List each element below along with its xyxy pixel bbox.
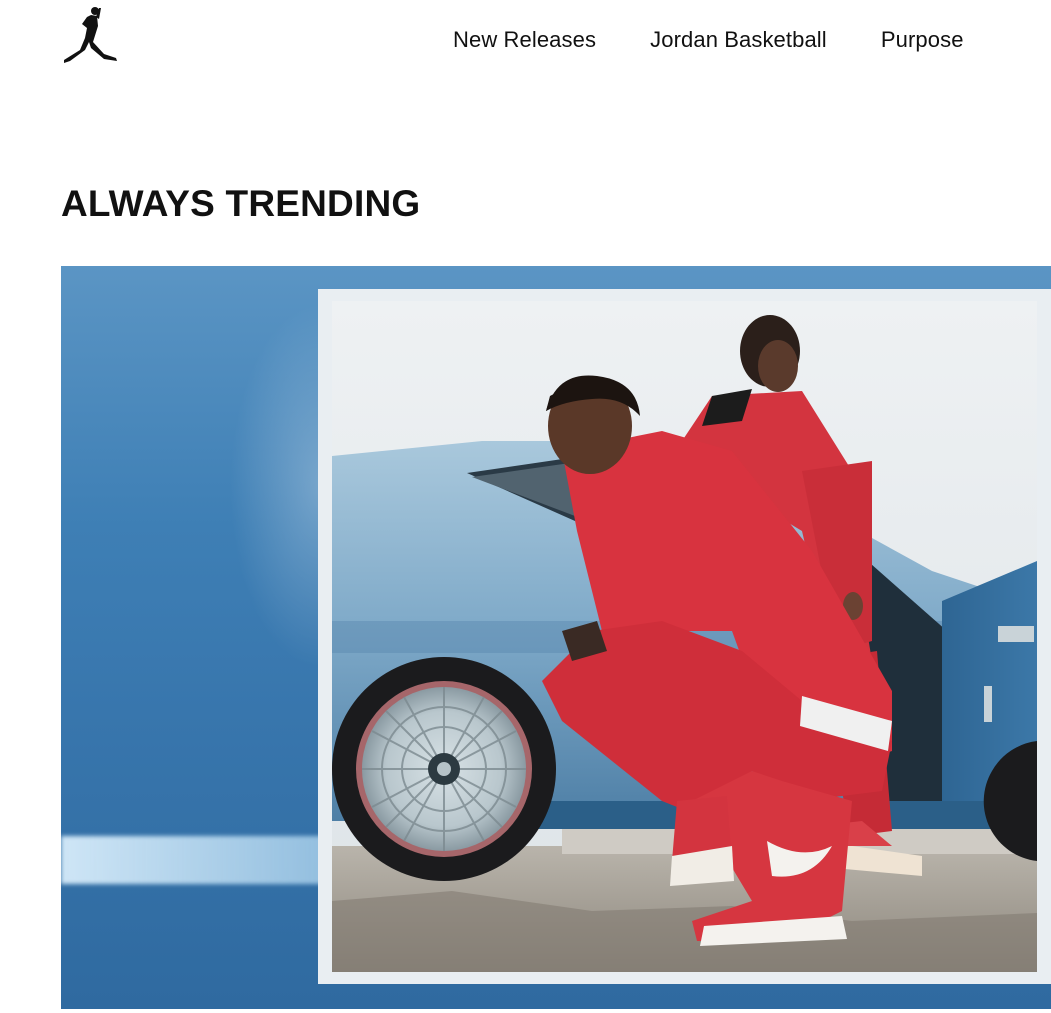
main-nav: New Releases Jordan Basketball Purpose <box>453 27 1012 53</box>
light-streak <box>61 836 341 884</box>
hero-banner[interactable] <box>61 266 1051 1009</box>
nav-item-jordan-basketball[interactable]: Jordan Basketball <box>650 27 827 53</box>
hero-photo <box>332 301 1037 972</box>
site-header: New Releases Jordan Basketball Purpose <box>0 0 1051 84</box>
section-title: ALWAYS TRENDING <box>61 183 421 224</box>
nav-item-purpose[interactable]: Purpose <box>881 27 964 53</box>
nav-item-new-releases[interactable]: New Releases <box>453 27 596 53</box>
jumpman-logo-icon[interactable] <box>58 6 124 70</box>
hero-photo-frame <box>318 289 1051 984</box>
page: New Releases Jordan Basketball Purpose A… <box>0 0 1051 1013</box>
